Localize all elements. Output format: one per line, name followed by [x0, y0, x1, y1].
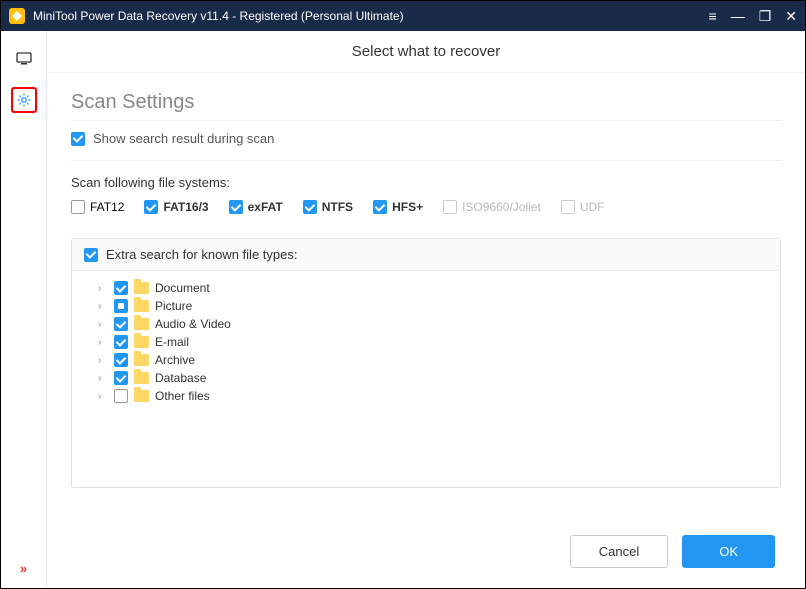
tree-label-3: E-mail	[155, 335, 189, 349]
sidebar-settings-icon[interactable]	[11, 87, 37, 113]
folder-icon	[134, 318, 149, 330]
tree-db-checkbox[interactable]	[114, 371, 128, 385]
folder-icon	[134, 390, 149, 402]
fs-label-3: NTFS	[322, 200, 353, 214]
tree-label-6: Other files	[155, 389, 210, 403]
tree-label-5: Database	[155, 371, 206, 385]
tree-archive-checkbox[interactable]	[114, 353, 128, 367]
tree-label-2: Audio & Video	[155, 317, 231, 331]
tree-label-1: Picture	[155, 299, 192, 313]
ok-button[interactable]: OK	[682, 535, 775, 568]
folder-icon	[134, 354, 149, 366]
fs-row: FAT12 FAT16/3 exFAT NTFS HFS+ ISO9660/Jo…	[71, 200, 781, 214]
section-title: Scan Settings	[71, 85, 781, 121]
chevron-right-icon[interactable]: ›	[98, 355, 108, 366]
page-header: Select what to recover	[47, 31, 805, 73]
chevron-right-icon[interactable]: ›	[98, 283, 108, 294]
show-search-label: Show search result during scan	[93, 131, 274, 146]
tree-label-0: Document	[155, 281, 210, 295]
folder-icon	[134, 300, 149, 312]
extra-search-box: Extra search for known file types: › Docu…	[71, 238, 781, 488]
file-type-tree: › Document › Picture › Audio & Video › E-mai…	[72, 271, 780, 413]
fs-label-1: FAT16/3	[163, 200, 208, 214]
fs-label-0: FAT12	[90, 200, 124, 214]
fs-ntfs-checkbox[interactable]	[303, 200, 317, 214]
chevron-right-icon[interactable]: ›	[98, 373, 108, 384]
fs-udf-checkbox	[561, 200, 575, 214]
expand-sidebar-icon[interactable]: »	[20, 561, 27, 576]
sidebar-recover-icon[interactable]	[11, 45, 37, 71]
folder-icon	[134, 372, 149, 384]
fs-fat16-checkbox[interactable]	[144, 200, 158, 214]
extra-search-label: Extra search for known file types:	[106, 247, 297, 262]
fs-iso-checkbox	[443, 200, 457, 214]
tree-av-checkbox[interactable]	[114, 317, 128, 331]
fs-label-6: UDF	[580, 200, 605, 214]
chevron-right-icon[interactable]: ›	[98, 391, 108, 402]
fs-label: Scan following file systems:	[71, 175, 781, 190]
cancel-button[interactable]: Cancel	[570, 535, 668, 568]
menu-icon[interactable]: ≡	[709, 9, 717, 23]
window-title: MiniTool Power Data Recovery v11.4 - Reg…	[33, 9, 709, 23]
fs-label-2: exFAT	[248, 200, 283, 214]
fs-label-5: ISO9660/Joliet	[462, 200, 541, 214]
tree-email-checkbox[interactable]	[114, 335, 128, 349]
tree-doc-checkbox[interactable]	[114, 281, 128, 295]
folder-icon	[134, 282, 149, 294]
show-search-checkbox[interactable]	[71, 132, 85, 146]
chevron-right-icon[interactable]: ›	[98, 301, 108, 312]
chevron-right-icon[interactable]: ›	[98, 319, 108, 330]
sidebar: »	[1, 31, 47, 588]
app-logo	[9, 8, 25, 24]
minimize-icon[interactable]: —	[731, 9, 745, 23]
folder-icon	[134, 336, 149, 348]
fs-fat12-checkbox[interactable]	[71, 200, 85, 214]
fs-label-4: HFS+	[392, 200, 423, 214]
fs-exfat-checkbox[interactable]	[229, 200, 243, 214]
chevron-right-icon[interactable]: ›	[98, 337, 108, 348]
close-icon[interactable]: ✕	[785, 9, 797, 23]
restore-icon[interactable]: ❐	[759, 9, 772, 23]
extra-search-checkbox[interactable]	[84, 248, 98, 262]
titlebar: MiniTool Power Data Recovery v11.4 - Reg…	[1, 1, 805, 31]
tree-label-4: Archive	[155, 353, 195, 367]
tree-other-checkbox[interactable]	[114, 389, 128, 403]
tree-pic-checkbox[interactable]	[114, 299, 128, 313]
fs-hfs-checkbox[interactable]	[373, 200, 387, 214]
